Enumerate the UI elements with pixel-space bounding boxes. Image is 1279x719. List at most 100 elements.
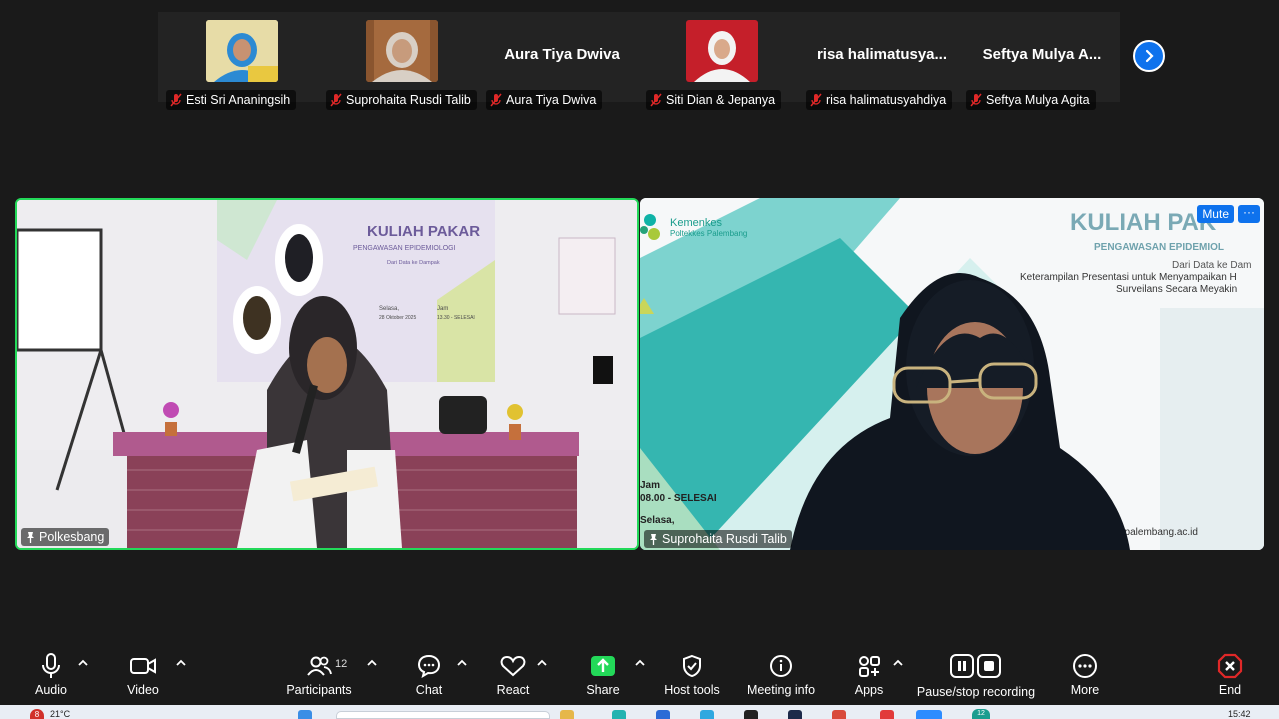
outlook-icon[interactable]	[656, 710, 670, 719]
banner-title: KULIAH PAKAR	[367, 223, 480, 240]
video-label: Video	[127, 683, 159, 697]
banner-day: Selasa,	[379, 306, 399, 312]
zoom-app-icon[interactable]	[916, 710, 942, 719]
banner-time: 13.30 - SELESAI	[437, 315, 475, 321]
video-options-caret-icon[interactable]	[175, 658, 187, 668]
participant-tile[interactable]: risa halimatusya... risa halimatusyahdiy…	[802, 20, 962, 110]
taskbar-search-box[interactable]	[336, 711, 550, 719]
app-icon[interactable]	[832, 710, 846, 719]
mic-muted-icon	[330, 93, 342, 107]
mic-muted-icon	[650, 93, 662, 107]
os-taskbar: 8 21°C 12 15:42	[0, 705, 1279, 719]
react-button[interactable]: React	[490, 651, 536, 703]
video-tile[interactable]: Kemenkes Poltekkes Palembang KULIAH PAK …	[640, 198, 1264, 550]
participant-tile[interactable]: Esti Sri Ananingsih	[162, 20, 322, 110]
logo-bottom: Poltekkes Palembang	[670, 229, 747, 238]
edge-browser-icon[interactable]	[612, 710, 626, 719]
bg-line: Keterampilan Presentasi untuk Menyampaik…	[1020, 272, 1237, 283]
store-icon[interactable]	[700, 710, 714, 719]
microphone-icon	[42, 653, 60, 678]
video-name-tag: Polkesbang	[21, 528, 110, 546]
participant-video-feed: Kemenkes Poltekkes Palembang KULIAH PAK …	[640, 198, 1264, 550]
zoom-meeting-window: Esti Sri Ananingsih Suprohaita Rusdi Tal…	[0, 0, 1279, 719]
heart-icon	[500, 655, 526, 677]
host-tools-button[interactable]: Host tools	[662, 651, 722, 703]
participant-display-name: risa halimatusya...	[816, 46, 948, 63]
participant-tile[interactable]: Seftya Mulya A... Seftya Mulya Agita	[962, 20, 1122, 110]
participant-video-thumbnail	[686, 20, 758, 82]
apps-options-caret-icon[interactable]	[892, 658, 904, 668]
audio-button[interactable]: Audio	[28, 651, 74, 703]
bg-title: KULIAH PAK	[1070, 209, 1217, 236]
more-dots-icon	[1073, 654, 1097, 678]
chat-bubble-icon	[417, 654, 441, 678]
participant-name-label: Siti Dian & Jepanya	[646, 90, 782, 110]
meeting-info-label: Meeting info	[746, 683, 816, 697]
video-name: Polkesbang	[39, 530, 105, 544]
chat-options-caret-icon[interactable]	[456, 658, 468, 668]
participant-display-name: Seftya Mulya A...	[982, 46, 1102, 63]
mic-muted-icon	[490, 93, 502, 107]
bg-line: Dari Data ke Dam	[1172, 260, 1251, 271]
pin-icon	[27, 532, 34, 543]
bg-line: Surveilans Secara Meyakin	[1116, 284, 1237, 295]
participant-video-thumbnail	[206, 20, 278, 82]
participants-options-caret-icon[interactable]	[366, 658, 378, 668]
react-options-caret-icon[interactable]	[536, 658, 548, 668]
participants-label: Participants	[286, 683, 352, 697]
participant-strip-inner: Esti Sri Ananingsih Suprohaita Rusdi Tal…	[158, 12, 1122, 110]
chrome-icon[interactable]	[880, 710, 894, 719]
more-button[interactable]: More	[1062, 651, 1108, 703]
app-badge: 12	[972, 709, 990, 719]
bg-subtitle: PENGAWASAN EPIDEMIOL	[1094, 242, 1224, 253]
file-explorer-icon[interactable]	[560, 710, 574, 719]
participant-tile[interactable]: Aura Tiya Dwiva Aura Tiya Dwiva	[482, 20, 642, 110]
react-label: React	[496, 683, 530, 697]
apps-grid-icon	[859, 656, 880, 677]
end-meeting-button[interactable]: End	[1208, 651, 1252, 703]
participant-name: Seftya Mulya Agita	[986, 93, 1090, 107]
pin-icon	[650, 534, 657, 545]
participant-video-thumbnail	[366, 20, 438, 82]
audio-label: Audio	[35, 683, 67, 697]
audio-options-caret-icon[interactable]	[77, 658, 89, 668]
participant-name-label: Aura Tiya Dwiva	[486, 90, 603, 110]
clock: 15:42	[1228, 709, 1251, 719]
weather-temperature: 21°C	[50, 709, 71, 719]
logo-top: Kemenkes	[670, 217, 722, 229]
share-options-caret-icon[interactable]	[634, 658, 646, 668]
pause-stop-recording-icon	[950, 654, 1001, 678]
app-icon[interactable]	[744, 710, 758, 719]
participant-name: risa halimatusyahdiya	[826, 93, 947, 107]
mute-participant-button[interactable]: Mute	[1197, 205, 1234, 223]
participant-name-label: risa halimatusyahdiya	[806, 90, 953, 110]
meeting-info-button[interactable]: Meeting info	[744, 651, 818, 703]
end-label: End	[1218, 683, 1242, 697]
host-tools-label: Host tools	[664, 683, 720, 697]
video-name: Suprohaita Rusdi Talib	[662, 532, 787, 546]
video-tile-active-speaker[interactable]: KULIAH PAKAR PENGAWASAN EPIDEMIOLOGI Dar…	[15, 198, 639, 550]
more-label: More	[1070, 683, 1100, 697]
bg-time-label: Jam	[640, 480, 660, 491]
video-button[interactable]: Video	[120, 651, 166, 703]
video-name-tag: Suprohaita Rusdi Talib	[644, 530, 792, 548]
app-icon[interactable]	[788, 710, 802, 719]
more-options-button[interactable]: ···	[1238, 205, 1260, 223]
recording-control-button[interactable]: Pause/stop recording	[916, 651, 1036, 703]
participant-tile[interactable]: Suprohaita Rusdi Talib	[322, 20, 482, 110]
share-label: Share	[586, 683, 620, 697]
mic-muted-icon	[970, 93, 982, 107]
participant-name-label: Seftya Mulya Agita	[966, 90, 1096, 110]
chat-button[interactable]: Chat	[406, 651, 452, 703]
participant-strip: Esti Sri Ananingsih Suprohaita Rusdi Tal…	[0, 0, 1279, 110]
apps-button[interactable]: Apps	[846, 651, 892, 703]
share-button[interactable]: Share	[580, 651, 626, 703]
end-close-icon	[1217, 653, 1243, 679]
participant-tile[interactable]: Siti Dian & Jepanya	[642, 20, 802, 110]
start-icon[interactable]	[298, 710, 312, 719]
next-page-button[interactable]	[1133, 40, 1165, 72]
participant-name-label: Esti Sri Ananingsih	[166, 90, 297, 110]
banner-line: Dari Data ke Dampak	[387, 260, 440, 266]
apps-label: Apps	[854, 683, 884, 697]
meeting-controls-toolbar: Audio Video Participants 12 Chat React S…	[0, 645, 1279, 705]
